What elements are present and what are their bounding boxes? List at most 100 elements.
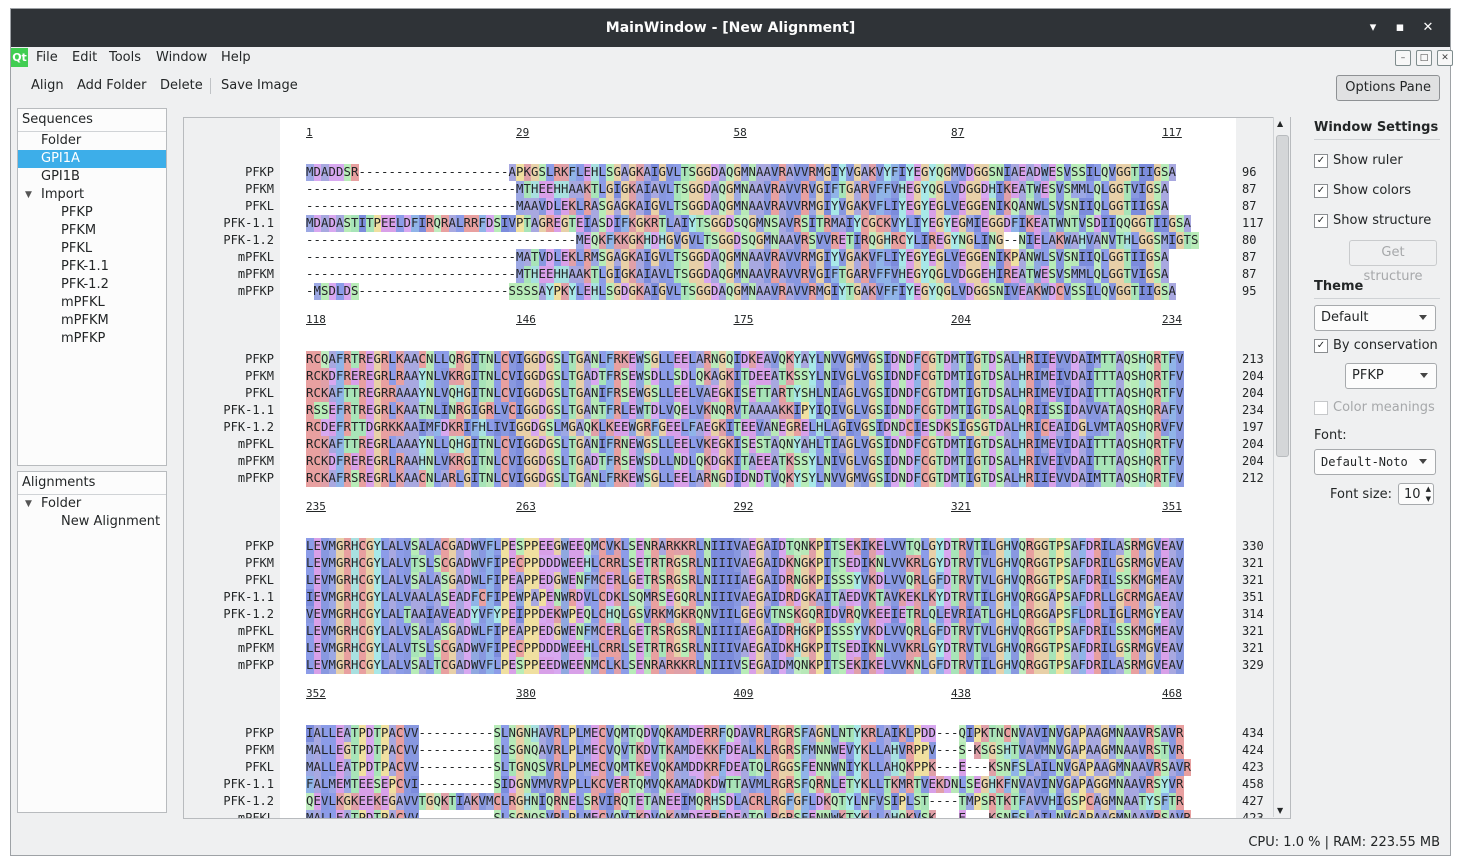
residue: N xyxy=(748,164,756,181)
residue: V xyxy=(546,776,554,793)
residue: R xyxy=(343,470,351,487)
alignment-scrollbar[interactable]: ▲ ▼ xyxy=(1273,117,1290,817)
tree-item-pfkm[interactable]: PFKM xyxy=(18,222,166,240)
residue: Y xyxy=(793,385,801,402)
theme-combo[interactable]: Default xyxy=(1314,305,1436,331)
checkmark-icon[interactable]: ✓ xyxy=(1314,184,1328,198)
residue: A xyxy=(1116,402,1124,419)
residue: A xyxy=(763,164,771,181)
residue: I xyxy=(1086,385,1094,402)
residue: A xyxy=(1116,453,1124,470)
tree-item-pfkp[interactable]: PFKP xyxy=(18,204,166,222)
residue: A xyxy=(838,589,846,606)
residue: A xyxy=(1093,725,1101,742)
tree-item-gpi1a[interactable]: GPI1A xyxy=(18,150,166,168)
tree-item-alignment-folder[interactable]: ▼ Folder xyxy=(18,495,166,513)
align-button[interactable]: Align xyxy=(31,76,64,96)
residue: R xyxy=(388,385,396,402)
residue: E xyxy=(628,436,636,453)
by-conservation-checkbox[interactable]: ✓ By conservation xyxy=(1314,331,1440,361)
tree-item-pfkl[interactable]: PFKL xyxy=(18,240,166,258)
sequence-end-position: 423 xyxy=(1242,760,1264,774)
get-structure-button[interactable]: Get structure xyxy=(1349,240,1437,284)
tree-item-mpfkp[interactable]: mPFKP xyxy=(18,330,166,348)
add-folder-button[interactable]: Add Folder xyxy=(77,76,146,96)
expand-arrow-icon[interactable]: ▼ xyxy=(25,495,32,513)
residue: T xyxy=(643,402,651,419)
residue: R xyxy=(846,606,854,623)
checkmark-icon[interactable]: ✓ xyxy=(1314,214,1328,228)
tree-item-mpfkl[interactable]: mPFKL xyxy=(18,294,166,312)
residue: N xyxy=(741,266,749,283)
font-size-spinbox[interactable]: 10 ▲ ▼ xyxy=(1398,483,1434,505)
scroll-thumb[interactable] xyxy=(1276,135,1289,457)
residue: G xyxy=(936,249,944,266)
menu-help[interactable]: Help xyxy=(221,47,251,69)
tree-item-pfk-1-2[interactable]: PFK-1.2 xyxy=(18,276,166,294)
residue: A xyxy=(403,368,411,385)
residue: S xyxy=(681,623,689,640)
tree-item-new-alignment[interactable]: New Alignment xyxy=(18,513,166,531)
residue: P xyxy=(568,776,576,793)
tree-item-folder[interactable]: Folder xyxy=(18,132,166,150)
residue: I xyxy=(958,419,966,436)
delete-button[interactable]: Delete xyxy=(160,76,203,96)
alignment-view[interactable]: 1 29 58 87 117 PFKP MDADDSR-------------------… xyxy=(183,117,1291,819)
tree-item-import[interactable]: ▼ Import xyxy=(18,186,166,204)
menu-tools[interactable]: Tools xyxy=(109,47,141,69)
mdi-restore-icon[interactable]: □ xyxy=(1416,50,1432,66)
residue: H xyxy=(793,623,801,640)
show-ruler-checkbox[interactable]: ✓ Show ruler xyxy=(1314,146,1440,176)
residue: M xyxy=(1108,742,1116,759)
residue: R xyxy=(343,657,351,674)
scroll-up-icon[interactable]: ▲ xyxy=(1277,119,1283,128)
save-image-button[interactable]: Save Image xyxy=(221,76,298,96)
residue: E xyxy=(621,419,629,436)
scroll-down-icon[interactable]: ▼ xyxy=(1277,806,1283,815)
minimize-icon[interactable]: ▾ xyxy=(1364,19,1382,37)
options-pane-button[interactable]: Options Pane xyxy=(1336,75,1440,101)
residue: N xyxy=(703,538,711,555)
residue: R xyxy=(786,572,794,589)
residue: G xyxy=(756,232,764,249)
residue: P xyxy=(381,725,389,742)
checkmark-icon[interactable]: ✓ xyxy=(1314,339,1328,353)
color-meanings-checkbox[interactable]: Color meanings xyxy=(1314,393,1440,423)
residue: A xyxy=(1026,776,1034,793)
residue: L xyxy=(561,402,569,419)
residue: G xyxy=(1041,589,1049,606)
mdi-close-icon[interactable]: ✕ xyxy=(1437,50,1453,66)
tree-item-pfk-1-1[interactable]: PFK-1.1 xyxy=(18,258,166,276)
residue: - xyxy=(943,794,951,808)
residue: A xyxy=(388,538,396,555)
menu-edit[interactable]: Edit xyxy=(72,47,97,69)
residue: P xyxy=(816,538,824,555)
expand-arrow-icon[interactable]: ▼ xyxy=(25,186,32,204)
show-structure-checkbox[interactable]: ✓ Show structure xyxy=(1314,206,1440,236)
menu-file[interactable]: File xyxy=(36,47,58,69)
conservation-reference-combo[interactable]: PFKP xyxy=(1345,363,1437,389)
checkbox-box[interactable] xyxy=(1314,401,1328,415)
close-icon[interactable]: ✕ xyxy=(1419,19,1437,37)
residue: - xyxy=(418,165,426,179)
font-combo[interactable]: Default-Noto xyxy=(1314,449,1436,475)
residue: G xyxy=(1063,793,1071,810)
residue: G xyxy=(336,589,344,606)
residue: R xyxy=(306,470,314,487)
residue: V xyxy=(748,776,756,793)
residue: A xyxy=(1071,538,1079,555)
residue: L xyxy=(381,606,389,623)
residue: G xyxy=(816,249,824,266)
spin-up-icon[interactable]: ▲ xyxy=(1426,484,1431,494)
menu-window[interactable]: Window xyxy=(156,47,207,69)
residue: K xyxy=(1003,793,1011,810)
mdi-minimize-icon[interactable]: – xyxy=(1395,50,1411,66)
tree-item-mpfkm[interactable]: mPFKM xyxy=(18,312,166,330)
residue: Q xyxy=(1011,198,1019,215)
checkmark-icon[interactable]: ✓ xyxy=(1314,154,1328,168)
maximize-icon[interactable]: ▪ xyxy=(1391,19,1409,37)
tree-item-gpi1b[interactable]: GPI1B xyxy=(18,168,166,186)
spin-down-icon[interactable]: ▼ xyxy=(1426,494,1431,504)
show-colors-checkbox[interactable]: ✓ Show colors xyxy=(1314,176,1440,206)
residue: V xyxy=(621,810,629,818)
